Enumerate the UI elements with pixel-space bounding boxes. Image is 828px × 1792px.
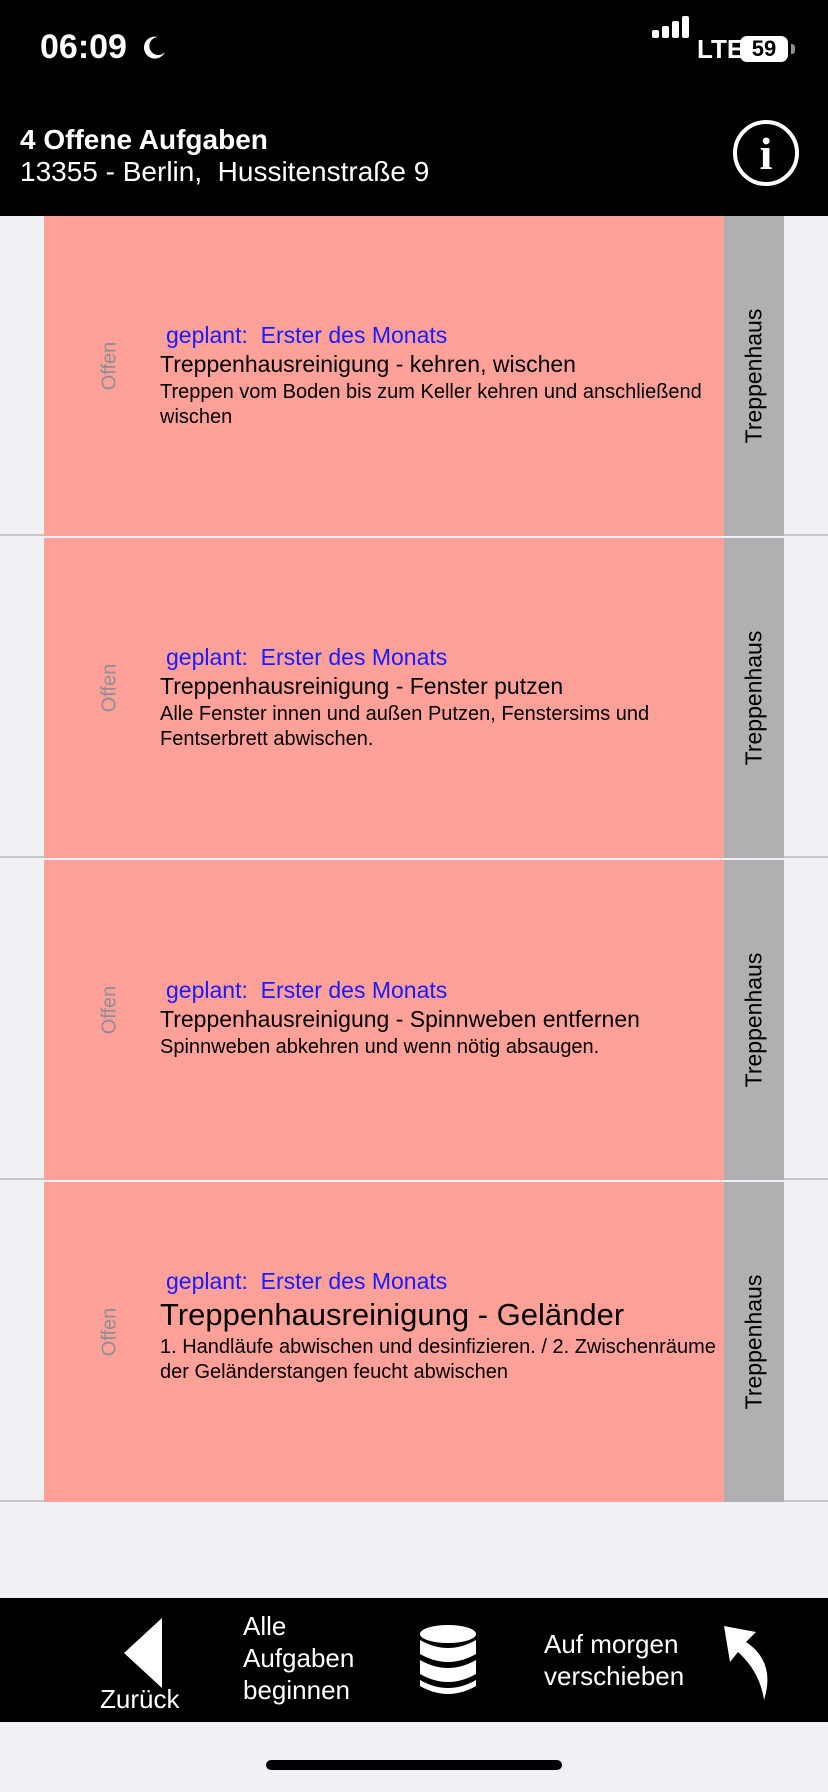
task-title: Treppenhausreinigung - Spinnweben entfer… (160, 1006, 640, 1032)
task-plan: geplant: Erster des Monats (166, 322, 448, 348)
task-title: Treppenhausreinigung - Geländer (160, 1297, 625, 1332)
task-card[interactable]: Offen geplant: Erster des Monats Treppen… (44, 216, 724, 536)
task-status: Offen (98, 1307, 121, 1357)
postpone-button[interactable]: Auf morgen verschieben (544, 1628, 704, 1692)
start-all-tasks-button[interactable]: Alle Aufgaben beginnen (243, 1610, 373, 1706)
page-title: 4 Offene Aufgaben (20, 124, 268, 155)
task-category: Treppenhaus (724, 1182, 784, 1502)
task-description: 1. Handläufe abwischen und desinfizieren… (160, 1336, 716, 1383)
task-plan: geplant: Erster des Monats (166, 977, 448, 1003)
task-category: Treppenhaus (724, 860, 784, 1180)
task-status: Offen (98, 985, 121, 1035)
task-content: geplant: Erster des Monats Treppenhausre… (160, 1268, 720, 1385)
back-arrow-icon (124, 1618, 162, 1688)
task-content: geplant: Erster des Monats Treppenhausre… (160, 644, 720, 752)
task-status: Offen (98, 341, 121, 391)
battery-cap (791, 44, 795, 54)
task-title: Treppenhausreinigung - kehren, wischen (160, 351, 576, 377)
back-label: Zurück (100, 1684, 180, 1714)
task-content: geplant: Erster des Monats Treppenhausre… (160, 977, 720, 1060)
task-row[interactable]: Offen geplant: Erster des Monats Treppen… (0, 1182, 828, 1502)
battery-icon: 59 (740, 36, 788, 62)
task-category-label: Treppenhaus (740, 630, 767, 766)
task-description: Alle Fenster innen und außen Putzen, Fen… (160, 703, 650, 750)
database-icon[interactable] (418, 1624, 478, 1698)
task-row[interactable]: Offen geplant: Erster des Monats Treppen… (0, 216, 828, 536)
task-category: Treppenhaus (724, 538, 784, 858)
task-category-label: Treppenhaus (740, 308, 767, 444)
task-description: Spinnweben abkehren und wenn nötig absau… (160, 1036, 600, 1058)
task-category-label: Treppenhaus (740, 952, 767, 1088)
task-card[interactable]: Offen geplant: Erster des Monats Treppen… (44, 538, 724, 858)
moon-icon (143, 36, 165, 59)
task-row[interactable]: Offen geplant: Erster des Monats Treppen… (0, 860, 828, 1180)
task-title: Treppenhausreinigung - Fenster putzen (160, 673, 564, 699)
curved-arrow-icon[interactable] (720, 1622, 776, 1702)
status-time: 06:09 (40, 28, 127, 66)
task-status: Offen (98, 663, 121, 713)
task-category-label: Treppenhaus (740, 1274, 767, 1410)
task-card[interactable]: Offen geplant: Erster des Monats Treppen… (44, 1182, 724, 1502)
info-button[interactable]: i (733, 120, 799, 186)
network-label: LTE (697, 34, 745, 64)
status-bar: 06:09 LTE 59 (0, 0, 828, 100)
back-button[interactable]: Zurück (90, 1608, 200, 1718)
task-plan: geplant: Erster des Monats (166, 1268, 448, 1294)
home-indicator[interactable] (266, 1760, 562, 1770)
task-content: geplant: Erster des Monats Treppenhausre… (160, 322, 720, 430)
header: 4 Offene Aufgaben 13355 - Berlin, Hussit… (0, 100, 828, 216)
task-description: Treppen vom Boden bis zum Keller kehren … (160, 381, 702, 428)
task-plan: geplant: Erster des Monats (166, 644, 448, 670)
bottom-toolbar: Zurück Alle Aufgaben beginnen Auf morgen… (0, 1598, 828, 1722)
task-category: Treppenhaus (724, 216, 784, 536)
task-card[interactable]: Offen geplant: Erster des Monats Treppen… (44, 860, 724, 1180)
address-subtitle: 13355 - Berlin, Hussitenstraße 9 (20, 156, 430, 187)
task-row[interactable]: Offen geplant: Erster des Monats Treppen… (0, 538, 828, 858)
